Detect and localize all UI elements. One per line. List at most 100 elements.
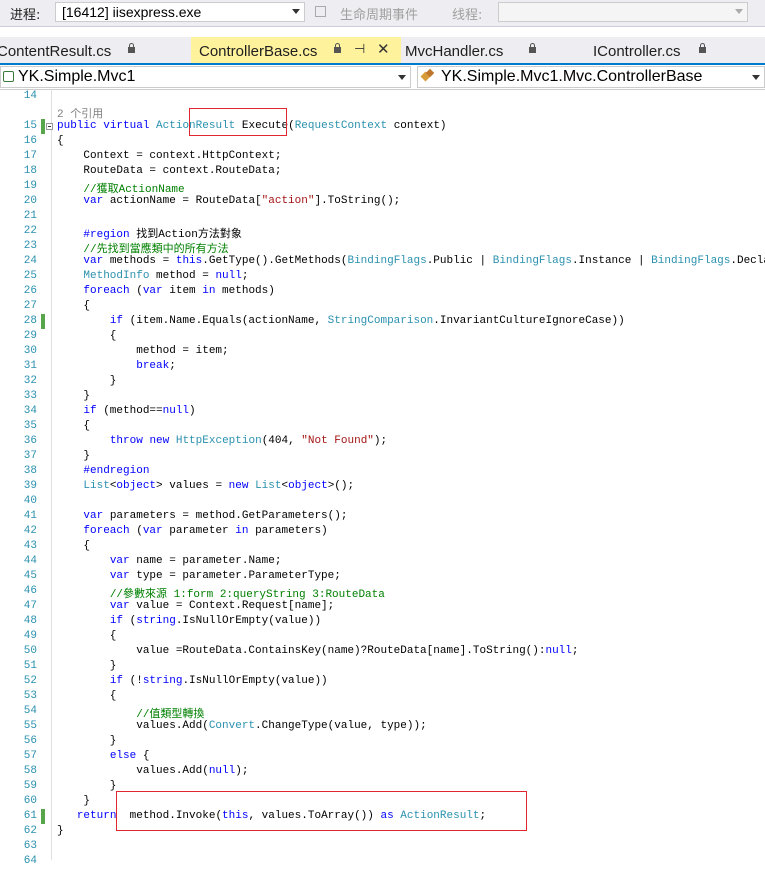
project-dropdown[interactable]: YK.Simple.Mvc1 (0, 66, 411, 88)
code-line[interactable]: 22 #region 找到Action方法對象 (0, 224, 765, 241)
code-text: } (57, 795, 91, 807)
line-number: 41 (23, 510, 37, 522)
debug-toolbar: 进程: [16412] iisexpress.exe 生命周期事件 线程: (0, 0, 765, 27)
code-line[interactable]: 20 var actionName = RouteData["action"].… (0, 194, 765, 209)
tab-mvchandler[interactable]: MvcHandler.cs (405, 40, 580, 62)
code-line[interactable]: 35 { (0, 419, 765, 434)
pin-icon[interactable]: ⊣ (354, 41, 365, 57)
code-line[interactable]: 47 var value = Context.Request[name]; (0, 599, 765, 614)
lifecycle-events-icon[interactable] (315, 6, 326, 17)
code-text: { (57, 630, 117, 642)
close-icon[interactable]: ✕ (377, 40, 390, 58)
type-dropdown[interactable]: YK.Simple.Mvc1.Mvc.ControllerBase (417, 66, 765, 88)
code-line[interactable]: 18 RouteData = context.RouteData; (0, 164, 765, 179)
class-icon (421, 70, 434, 83)
code-line[interactable]: 30 method = item; (0, 344, 765, 359)
code-line[interactable]: 21 (0, 209, 765, 224)
code-line[interactable]: 27 { (0, 299, 765, 314)
line-number: 23 (23, 240, 37, 252)
thread-dropdown[interactable] (498, 2, 748, 22)
code-text: } (57, 450, 91, 462)
code-line[interactable]: 46 //參數來源 1:form 2:queryString 3:RouteDa… (0, 584, 765, 601)
code-line[interactable]: 29 { (0, 329, 765, 344)
project-name: YK.Simple.Mvc1 (18, 68, 136, 85)
change-marker (41, 119, 45, 134)
process-dropdown[interactable]: [16412] iisexpress.exe (55, 2, 305, 22)
code-line[interactable]: 31 break; (0, 359, 765, 374)
process-label: 进程: (10, 8, 41, 23)
code-line[interactable]: 43 { (0, 539, 765, 554)
line-number: 63 (23, 840, 37, 852)
code-text: } (57, 390, 91, 402)
code-line[interactable]: 53 { (0, 689, 765, 704)
code-line[interactable]: 24 var methods = this.GetType().GetMetho… (0, 254, 765, 269)
code-line[interactable]: 64 (0, 854, 765, 869)
code-line[interactable]: 63 (0, 839, 765, 854)
code-line[interactable]: 26 foreach (var item in methods) (0, 284, 765, 299)
chevron-down-icon (735, 9, 743, 14)
code-text: var methods = this.GetType().GetMethods(… (83, 255, 765, 267)
lock-icon (128, 43, 135, 55)
code-text: throw new HttpException(404, "Not Found"… (109, 435, 388, 447)
code-text: #endregion (83, 465, 150, 477)
code-line[interactable]: 19 //獲取ActionName (0, 179, 765, 196)
code-line[interactable]: 2 个引用 (0, 104, 765, 121)
navigation-bar: YK.Simple.Mvc1 YK.Simple.Mvc1.Mvc.Contro… (0, 65, 765, 90)
code-line[interactable]: 45 var type = parameter.ParameterType; (0, 569, 765, 584)
code-line[interactable]: 54 //值類型轉換 (0, 704, 765, 721)
code-line[interactable]: 23 //先找到當應類中的所有方法 (0, 239, 765, 256)
code-line[interactable]: 56 } (0, 734, 765, 749)
code-text: var parameters = method.GetParameters(); (83, 510, 348, 522)
code-line[interactable]: 55 values.Add(Convert.ChangeType(value, … (0, 719, 765, 734)
code-text: { (57, 420, 91, 432)
code-line[interactable]: 36 throw new HttpException(404, "Not Fou… (0, 434, 765, 449)
code-text: } (57, 660, 117, 672)
lock-icon (699, 43, 706, 55)
code-line[interactable]: 51 } (0, 659, 765, 674)
line-number: 17 (23, 150, 37, 162)
line-number: 56 (23, 735, 37, 747)
code-line[interactable]: 28 if (item.Name.Equals(actionName, Stri… (0, 314, 765, 329)
tab-contentresult[interactable]: ContentResult.cs (0, 40, 190, 62)
line-number: 58 (23, 765, 37, 777)
code-line[interactable]: 38 #endregion (0, 464, 765, 479)
code-line[interactable]: 41 var parameters = method.GetParameters… (0, 509, 765, 524)
code-line[interactable]: 40 (0, 494, 765, 509)
line-number: 44 (23, 555, 37, 567)
line-number: 18 (23, 165, 37, 177)
code-line[interactable]: 44 var name = parameter.Name; (0, 554, 765, 569)
line-number: 37 (23, 450, 37, 462)
code-line[interactable]: 14 (0, 89, 765, 104)
code-line[interactable]: 57 else { (0, 749, 765, 764)
code-editor[interactable]: 14 2 个引用 15 public virtual ActionResult Exe… (0, 89, 765, 867)
code-text: value =RouteData.ContainsKey(name)?Route… (57, 645, 579, 657)
code-line[interactable]: 39 List<object> values = new List<object… (0, 479, 765, 494)
code-line[interactable]: 25 MethodInfo method = null; (0, 269, 765, 284)
tab-icontroller[interactable]: IController.cs (593, 40, 765, 62)
code-line[interactable]: 42 foreach (var parameter in parameters) (0, 524, 765, 539)
code-line[interactable]: 50 value =RouteData.ContainsKey(name)?Ro… (0, 644, 765, 659)
code-line[interactable]: 15 public virtual ActionResult Execute(Re… (0, 119, 765, 134)
line-number: 61 (23, 810, 37, 822)
code-line[interactable]: 34 if (method==null) (0, 404, 765, 419)
tab-controllerbase[interactable]: ControllerBase.cs ⊣ ✕ (191, 37, 401, 63)
code-text: if (item.Name.Equals(actionName, StringC… (109, 315, 625, 327)
code-text: method = item; (57, 345, 229, 357)
code-line[interactable]: 37 } (0, 449, 765, 464)
code-line[interactable]: 52 if (!string.IsNullOrEmpty(value)) (0, 674, 765, 689)
code-text: } (57, 825, 64, 837)
line-number: 33 (23, 390, 37, 402)
code-line[interactable]: 32 } (0, 374, 765, 389)
code-text: break; (136, 360, 176, 372)
code-line[interactable]: 16 { (0, 134, 765, 149)
code-line[interactable]: 58 values.Add(null); (0, 764, 765, 779)
line-number: 47 (23, 600, 37, 612)
lifecycle-events-button[interactable]: 生命周期事件 (340, 4, 418, 23)
code-line[interactable]: 49 { (0, 629, 765, 644)
code-line[interactable]: 17 Context = context.HttpContext; (0, 149, 765, 164)
line-number: 28 (23, 315, 37, 327)
code-line[interactable]: 48 if (string.IsNullOrEmpty(value)) (0, 614, 765, 629)
code-text: if (!string.IsNullOrEmpty(value)) (109, 675, 328, 687)
collapse-icon[interactable] (46, 123, 53, 130)
code-line[interactable]: 33 } (0, 389, 765, 404)
